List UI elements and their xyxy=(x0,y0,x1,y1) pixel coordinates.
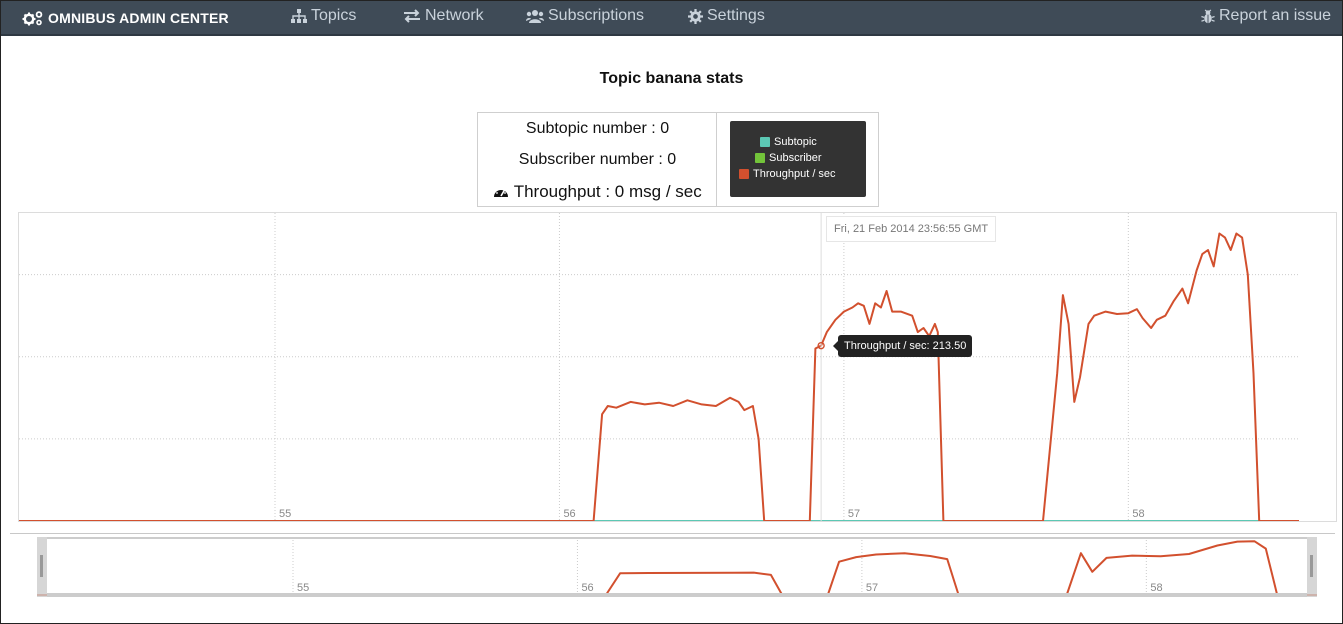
legend-swatch-subscriber xyxy=(755,153,765,163)
page-title: Topic banana stats xyxy=(599,70,744,87)
legend-label-subscriber: Subscriber xyxy=(769,152,822,164)
chart-legend: Subtopic Subscriber Throughput / sec xyxy=(730,121,866,197)
subscriber-count: Subscriber number : 0 xyxy=(518,151,677,168)
report-issue-label: Report an issue xyxy=(1219,7,1332,24)
nav-subscriptions-label: Subscriptions xyxy=(548,7,645,24)
nav-network-label: Network xyxy=(425,7,484,24)
nav-topics-label: Topics xyxy=(311,7,357,24)
legend-item-throughput[interactable]: Throughput / sec xyxy=(739,168,836,180)
x-tick-label: 58 xyxy=(1132,508,1144,520)
users-icon xyxy=(526,9,544,23)
throughput-chart[interactable]: 55565758100200300 xyxy=(0,203,1337,522)
legend-swatch-throughput xyxy=(739,169,749,179)
nav-network[interactable]: Network xyxy=(403,7,484,25)
x-tick-label: 55 xyxy=(297,582,309,594)
overview-chart[interactable]: 55 56 57 58 xyxy=(37,537,1317,597)
top-navbar: OMNIBUS ADMIN CENTER Topics Network Subs… xyxy=(0,0,1343,36)
x-tick-label: 57 xyxy=(866,582,878,594)
throughput-line: Throughput : 0 msg / sec xyxy=(478,182,717,203)
legend-label-subtopic: Subtopic xyxy=(774,136,817,148)
report-issue-link[interactable]: Report an issue xyxy=(1201,7,1331,25)
exchange-icon xyxy=(403,9,421,23)
overview-divider xyxy=(10,533,1335,534)
x-tick-label: 56 xyxy=(581,582,593,594)
overview-window-top xyxy=(47,537,1307,539)
bug-icon xyxy=(1201,8,1215,24)
stats-summary: Subtopic number : 0 Subscriber number : … xyxy=(478,113,717,206)
overview-right-grip-icon xyxy=(1310,555,1313,577)
gears-icon xyxy=(22,10,44,26)
overview-window-bottom xyxy=(47,593,1307,597)
hover-value-tooltip: Throughput / sec: 213.50 xyxy=(832,335,973,357)
series-line-throughput-sec xyxy=(37,540,1317,596)
sitemap-icon xyxy=(291,9,307,23)
x-tick-label: 55 xyxy=(279,508,291,520)
nav-topics[interactable]: Topics xyxy=(291,7,356,25)
dashboard-icon xyxy=(493,183,509,203)
nav-settings-label: Settings xyxy=(707,7,765,24)
throughput-text: Throughput : 0 msg / sec xyxy=(513,182,702,201)
stats-panel: Subtopic number : 0 Subscriber number : … xyxy=(477,112,879,207)
gear-icon xyxy=(688,8,703,24)
legend-label-throughput: Throughput / sec xyxy=(753,168,836,180)
brand-link[interactable]: OMNIBUS ADMIN CENTER xyxy=(22,10,229,26)
x-tick-label: 58 xyxy=(1150,582,1162,594)
main-chart-svg: 55565758100200300 xyxy=(0,203,1299,522)
legend-swatch-subtopic xyxy=(760,137,770,147)
nav-subscriptions[interactable]: Subscriptions xyxy=(526,7,644,25)
overview-left-grip-icon xyxy=(40,555,43,577)
subtopic-count: Subtopic number : 0 xyxy=(525,120,670,137)
hover-date-label: Fri, 21 Feb 2014 23:56:55 GMT xyxy=(826,216,997,242)
brand-title: OMNIBUS ADMIN CENTER xyxy=(48,10,229,26)
x-tick-label: 57 xyxy=(848,508,860,520)
overview-chart-svg: 55 56 57 58 xyxy=(37,537,1317,597)
legend-item-subscriber[interactable]: Subscriber xyxy=(755,152,822,164)
series-line-throughput-sec xyxy=(19,232,1299,522)
x-tick-label: 56 xyxy=(563,508,575,520)
legend-item-subtopic[interactable]: Subtopic xyxy=(760,136,817,148)
nav-settings[interactable]: Settings xyxy=(688,7,765,25)
